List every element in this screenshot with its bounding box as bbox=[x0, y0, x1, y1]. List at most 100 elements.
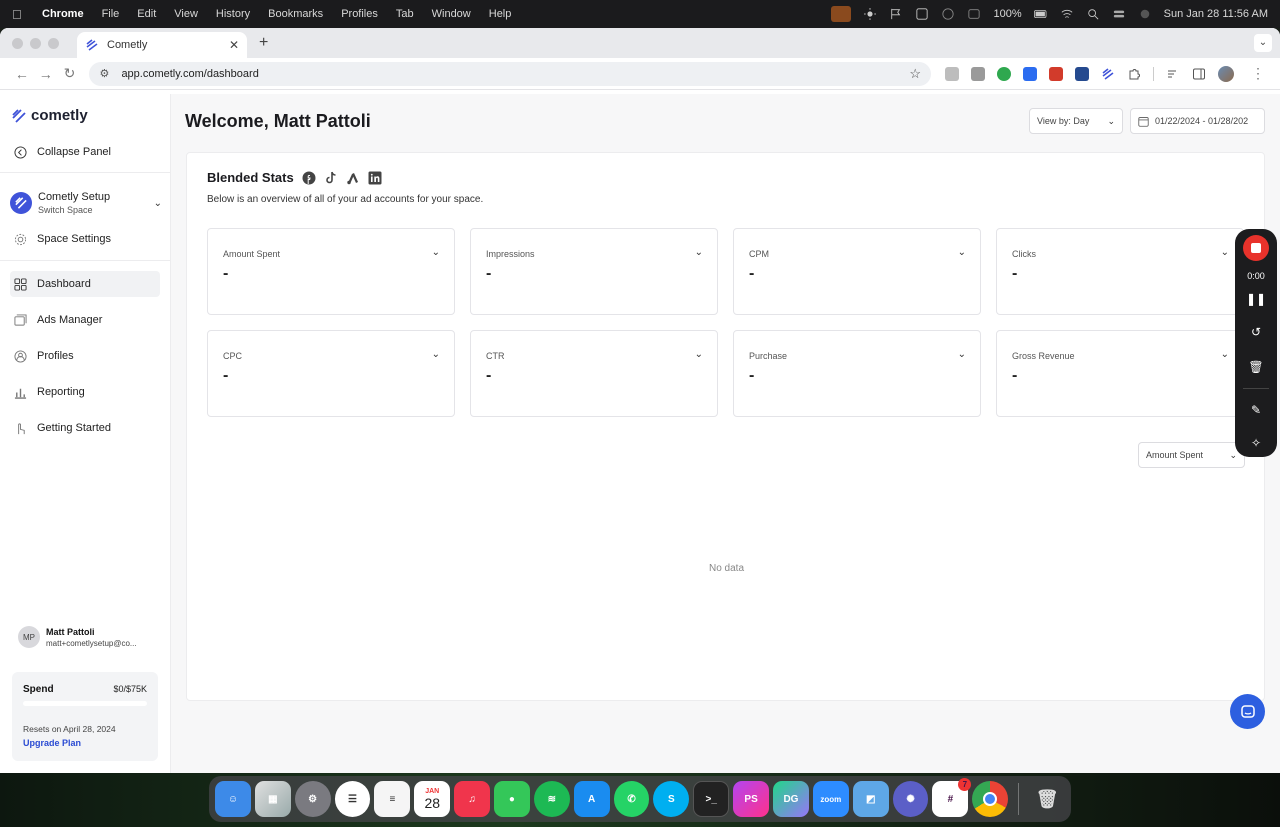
dock-datagrip-icon[interactable]: DG bbox=[773, 781, 809, 817]
dock-finder-icon[interactable]: ☺ bbox=[215, 781, 251, 817]
back-icon[interactable]: ← bbox=[10, 66, 34, 82]
sidebar-item-ads-manager[interactable]: Ads Manager bbox=[10, 307, 160, 333]
menubar-clock[interactable]: Sun Jan 28 11:56 AM bbox=[1164, 8, 1268, 20]
maximize-window-button[interactable] bbox=[48, 37, 59, 49]
metric-card-cpm[interactable]: CPM - ⌄ bbox=[733, 228, 981, 315]
metric-card-ctr[interactable]: CTR - ⌄ bbox=[470, 330, 718, 417]
dock-messages-icon[interactable]: ● bbox=[494, 781, 530, 817]
menu-help[interactable]: Help bbox=[489, 8, 512, 20]
extension-blue-icon[interactable] bbox=[1075, 66, 1089, 81]
dock-whatsapp-icon[interactable]: ✆ bbox=[613, 781, 650, 817]
chevron-down-icon[interactable]: ⌄ bbox=[958, 349, 966, 360]
trash-icon[interactable]: 🗑 bbox=[1235, 360, 1277, 374]
site-info-icon[interactable]: ⚙ bbox=[99, 67, 113, 80]
menu-tab[interactable]: Tab bbox=[396, 8, 414, 20]
view-by-select[interactable]: View by: Day ⌄ bbox=[1029, 108, 1123, 134]
space-switcher[interactable]: Cometly Setup Switch Space ⌄ bbox=[10, 186, 162, 220]
metric-card-clicks[interactable]: Clicks - ⌄ bbox=[996, 228, 1244, 315]
stop-recording-button[interactable] bbox=[1243, 235, 1269, 261]
menu-bookmarks[interactable]: Bookmarks bbox=[268, 8, 323, 20]
dock-preview-icon[interactable]: ◩ bbox=[852, 781, 889, 817]
tab-cometly[interactable]: Cometly ✕ bbox=[77, 32, 247, 58]
brightness-icon[interactable] bbox=[863, 8, 877, 20]
dock-trash-icon[interactable]: 🗑 bbox=[1029, 781, 1065, 817]
siri-icon[interactable] bbox=[1138, 8, 1152, 20]
forward-icon[interactable]: → bbox=[34, 66, 58, 82]
dock-skype-icon[interactable]: S bbox=[653, 781, 690, 817]
menu-history[interactable]: History bbox=[216, 8, 250, 20]
control-center-icon[interactable] bbox=[1112, 8, 1126, 20]
profile-avatar-icon[interactable] bbox=[1218, 65, 1234, 82]
window-icon[interactable] bbox=[967, 8, 981, 20]
dock-calendar-icon[interactable]: JAN 28 bbox=[414, 781, 451, 817]
search-icon[interactable] bbox=[1086, 8, 1100, 20]
chat-support-button[interactable] bbox=[1230, 694, 1265, 729]
chevron-down-icon[interactable]: ⌄ bbox=[695, 247, 703, 258]
dock-system-settings-icon[interactable]: ⚙ bbox=[294, 781, 331, 817]
sidebar-item-profiles[interactable]: Profiles bbox=[10, 343, 160, 369]
user-profile[interactable]: MP Matt Pattoli matt+cometlysetup@co... bbox=[18, 626, 137, 648]
metric-card-amount-spent[interactable]: Amount Spent - ⌄ bbox=[207, 228, 455, 315]
screen-recording-icon[interactable] bbox=[831, 6, 852, 22]
reload-icon[interactable]: ↻ bbox=[58, 65, 82, 82]
dock-perplexity-icon[interactable]: ✺ bbox=[892, 781, 929, 817]
apple-icon[interactable]:  bbox=[12, 7, 28, 22]
battery-icon[interactable] bbox=[1033, 8, 1048, 20]
metric-card-cpc[interactable]: CPC - ⌄ bbox=[207, 330, 455, 417]
sidebar-item-getting-started[interactable]: Getting Started bbox=[10, 415, 160, 441]
extension-openai-icon[interactable] bbox=[945, 66, 959, 81]
close-tab-icon[interactable]: ✕ bbox=[229, 38, 239, 52]
dock-notes-icon[interactable]: ≡ bbox=[374, 781, 411, 817]
cometly-logo[interactable]: cometly bbox=[12, 107, 88, 124]
chevron-down-icon[interactable]: ⌄ bbox=[432, 247, 440, 258]
dock-zoom-icon[interactable]: zoom bbox=[812, 781, 849, 817]
chevron-down-icon[interactable]: ⌄ bbox=[695, 349, 703, 360]
menu-edit[interactable]: Edit bbox=[137, 8, 156, 20]
restart-icon[interactable]: ↺ bbox=[1235, 325, 1277, 339]
metric-card-purchase[interactable]: Purchase - ⌄ bbox=[733, 330, 981, 417]
menu-app-name[interactable]: Chrome bbox=[42, 8, 84, 20]
minimize-window-button[interactable] bbox=[30, 37, 41, 49]
menu-view[interactable]: View bbox=[174, 8, 198, 20]
dock-chrome-icon[interactable] bbox=[972, 781, 1009, 817]
date-range-picker[interactable]: 01/22/2024 - 01/28/202 bbox=[1130, 108, 1265, 134]
collapse-panel-button[interactable]: Collapse Panel bbox=[10, 139, 160, 165]
chevron-down-icon[interactable]: ⌄ bbox=[432, 349, 440, 360]
media-control-icon[interactable] bbox=[1166, 67, 1180, 81]
dock-app-store-icon[interactable]: A bbox=[573, 781, 610, 817]
extensions-puzzle-icon[interactable] bbox=[1127, 67, 1141, 81]
menu-window[interactable]: Window bbox=[432, 8, 471, 20]
side-panel-icon[interactable] bbox=[1192, 67, 1206, 81]
chevron-down-icon[interactable]: ⌄ bbox=[958, 247, 966, 258]
dock-slack-icon[interactable]: #7 bbox=[932, 778, 972, 817]
wifi-icon[interactable] bbox=[1060, 8, 1074, 20]
chevron-down-icon[interactable]: ⌄ bbox=[1221, 349, 1229, 360]
dock-music-icon[interactable]: ♫ bbox=[454, 781, 491, 817]
space-settings-link[interactable]: Space Settings bbox=[10, 226, 160, 252]
dock-reminders-icon[interactable]: ☰ bbox=[334, 781, 371, 817]
chart-metric-select[interactable]: Amount Spent ⌄ bbox=[1138, 442, 1245, 468]
url-input[interactable]: ⚙ app.cometly.com/dashboard ☆ bbox=[89, 61, 931, 86]
sidebar-item-dashboard[interactable]: Dashboard bbox=[10, 271, 160, 297]
extension-check-icon[interactable] bbox=[997, 66, 1011, 81]
close-window-button[interactable] bbox=[12, 37, 23, 49]
menu-file[interactable]: File bbox=[102, 8, 120, 20]
chrome-menu-icon[interactable]: ⋮ bbox=[1246, 65, 1270, 82]
dock-spotify-icon[interactable]: ≋ bbox=[533, 781, 570, 817]
upgrade-plan-link[interactable]: Upgrade Plan bbox=[23, 738, 147, 748]
extension-tag-icon[interactable] bbox=[1023, 66, 1037, 81]
menu-profiles[interactable]: Profiles bbox=[341, 8, 378, 20]
bookmark-star-icon[interactable]: ☆ bbox=[909, 66, 921, 82]
magic-wand-icon[interactable]: ✧ bbox=[1235, 436, 1277, 450]
extension-code-icon[interactable] bbox=[971, 66, 985, 81]
dock-phpstorm-icon[interactable]: PS bbox=[733, 781, 770, 817]
sidebar-item-reporting[interactable]: Reporting bbox=[10, 379, 160, 405]
dock-launchpad-icon[interactable]: ▦ bbox=[254, 781, 291, 817]
new-tab-button[interactable]: + bbox=[259, 34, 268, 52]
dock-terminal-icon[interactable]: >_ bbox=[693, 781, 730, 817]
metric-card-gross-revenue[interactable]: Gross Revenue - ⌄ bbox=[996, 330, 1244, 417]
flag-icon[interactable] bbox=[889, 8, 903, 20]
pause-icon[interactable]: ❚❚ bbox=[1235, 292, 1277, 306]
pencil-icon[interactable]: ✎ bbox=[1235, 403, 1277, 417]
tab-search-button[interactable]: ⌄ bbox=[1254, 34, 1272, 52]
